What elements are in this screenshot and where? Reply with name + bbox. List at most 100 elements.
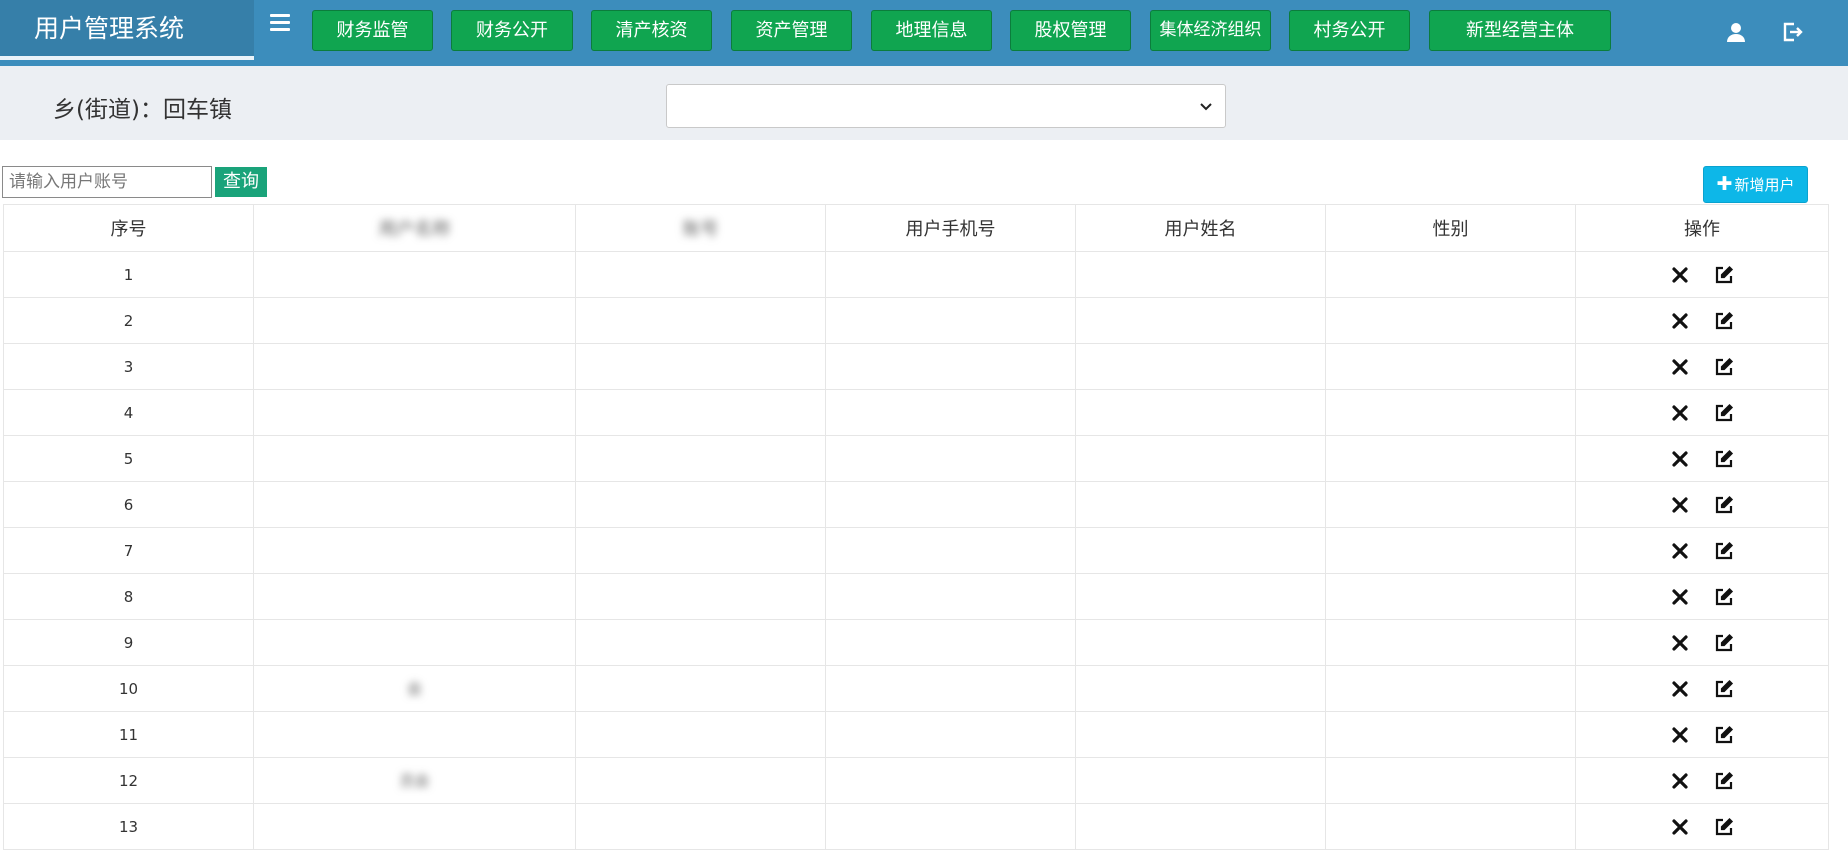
edit-icon[interactable] [1714, 265, 1734, 285]
cell-phone [825, 389, 1076, 436]
cell-account [575, 251, 826, 298]
cell-no: 3 [3, 343, 254, 390]
cell-realname [1075, 435, 1326, 482]
nav-geo-info[interactable]: 地理信息 [871, 10, 992, 51]
delete-icon[interactable] [1670, 771, 1690, 791]
edit-icon[interactable] [1714, 725, 1734, 745]
delete-icon[interactable] [1670, 541, 1690, 561]
table-body: 1 2 3 4 5 6 7 8 9 10 会 11 12 员会 13 [3, 251, 1829, 850]
edit-icon[interactable] [1714, 633, 1734, 653]
nav-asset-verification[interactable]: 清产核资 [591, 10, 712, 51]
edit-icon[interactable] [1714, 679, 1734, 699]
cell-username [253, 297, 576, 344]
cell-no: 9 [3, 619, 254, 666]
cell-gender [1325, 481, 1576, 528]
delete-icon[interactable] [1670, 311, 1690, 331]
cell-username [253, 619, 576, 666]
nav-new-business-entity[interactable]: 新型经营主体 [1429, 10, 1611, 51]
cell-no-text: 10 [118, 679, 139, 698]
user-table: 序号 用户名称 账号 用户手机号 用户姓名 性别 操作 1 2 3 4 5 6 7 8 9 10 会… [3, 204, 1829, 850]
cell-username [253, 343, 576, 390]
edit-icon[interactable] [1714, 541, 1734, 561]
table-row: 9 [3, 619, 1829, 666]
cell-phone [825, 711, 1076, 758]
delete-icon[interactable] [1670, 403, 1690, 423]
cell-realname [1075, 297, 1326, 344]
table-row: 3 [3, 343, 1829, 390]
edit-icon[interactable] [1714, 495, 1734, 515]
delete-icon[interactable] [1670, 725, 1690, 745]
edit-icon[interactable] [1714, 449, 1734, 469]
cell-no-text: 2 [123, 311, 134, 330]
cell-realname [1075, 481, 1326, 528]
delete-icon[interactable] [1670, 357, 1690, 377]
cell-username: 会 [253, 665, 576, 712]
nav-village-affairs[interactable]: 村务公开 [1289, 10, 1410, 51]
cell-gender [1325, 435, 1576, 482]
edit-icon[interactable] [1714, 587, 1734, 607]
cell-no: 12 [3, 757, 254, 804]
cell-username-text: 会 [406, 680, 422, 698]
cell-account [575, 711, 826, 758]
cell-actions [1575, 711, 1829, 758]
nav-finance-supervision[interactable]: 财务监管 [312, 10, 433, 51]
cell-no: 1 [3, 251, 254, 298]
user-icon[interactable] [1724, 20, 1748, 44]
cell-gender [1325, 343, 1576, 390]
edit-icon[interactable] [1714, 771, 1734, 791]
cell-no-text: 9 [123, 633, 134, 652]
logout-icon[interactable] [1780, 20, 1804, 44]
nav-equity-management[interactable]: 股权管理 [1010, 10, 1131, 51]
edit-icon[interactable] [1714, 357, 1734, 377]
cell-no-text: 4 [123, 403, 134, 422]
edit-icon[interactable] [1714, 311, 1734, 331]
cell-gender [1325, 711, 1576, 758]
cell-gender [1325, 251, 1576, 298]
cell-username [253, 527, 576, 574]
cell-actions [1575, 251, 1829, 298]
edit-icon[interactable] [1714, 817, 1734, 837]
delete-icon[interactable] [1670, 449, 1690, 469]
cell-actions [1575, 343, 1829, 390]
delete-icon[interactable] [1670, 817, 1690, 837]
cell-username [253, 389, 576, 436]
cell-no-text: 7 [123, 541, 134, 560]
nav-asset-management[interactable]: 资产管理 [731, 10, 852, 51]
cell-no: 4 [3, 389, 254, 436]
cell-phone [825, 665, 1076, 712]
cell-actions [1575, 527, 1829, 574]
delete-icon[interactable] [1670, 265, 1690, 285]
nav-collective-economy[interactable]: 集体经济组织 [1150, 10, 1271, 51]
cell-no: 2 [3, 297, 254, 344]
cell-username [253, 251, 576, 298]
cell-account [575, 665, 826, 712]
plus-icon: ✚ [1716, 173, 1733, 195]
add-user-button[interactable]: ✚ 新增用户 [1703, 166, 1808, 203]
cell-no-text: 3 [123, 357, 134, 376]
delete-icon[interactable] [1670, 495, 1690, 515]
menu-toggle-icon[interactable] [270, 14, 290, 32]
table-row: 10 会 [3, 665, 1829, 712]
cell-username [253, 573, 576, 620]
cell-realname [1075, 527, 1326, 574]
account-search-input[interactable] [2, 166, 212, 198]
town-select[interactable] [666, 84, 1226, 128]
cell-phone [825, 251, 1076, 298]
cell-no: 5 [3, 435, 254, 482]
cell-username-text: 员会 [399, 772, 430, 790]
cell-actions [1575, 297, 1829, 344]
cell-phone [825, 757, 1076, 804]
edit-icon[interactable] [1714, 403, 1734, 423]
cell-realname [1075, 665, 1326, 712]
col-header-actions: 操作 [1575, 204, 1829, 252]
cell-account [575, 619, 826, 666]
query-button[interactable]: 查询 [215, 167, 267, 197]
town-label: 乡(街道)：回车镇 [53, 97, 232, 123]
cell-realname [1075, 251, 1326, 298]
delete-icon[interactable] [1670, 587, 1690, 607]
delete-icon[interactable] [1670, 633, 1690, 653]
cell-actions [1575, 803, 1829, 850]
cell-no: 8 [3, 573, 254, 620]
delete-icon[interactable] [1670, 679, 1690, 699]
nav-finance-public[interactable]: 财务公开 [451, 10, 573, 51]
